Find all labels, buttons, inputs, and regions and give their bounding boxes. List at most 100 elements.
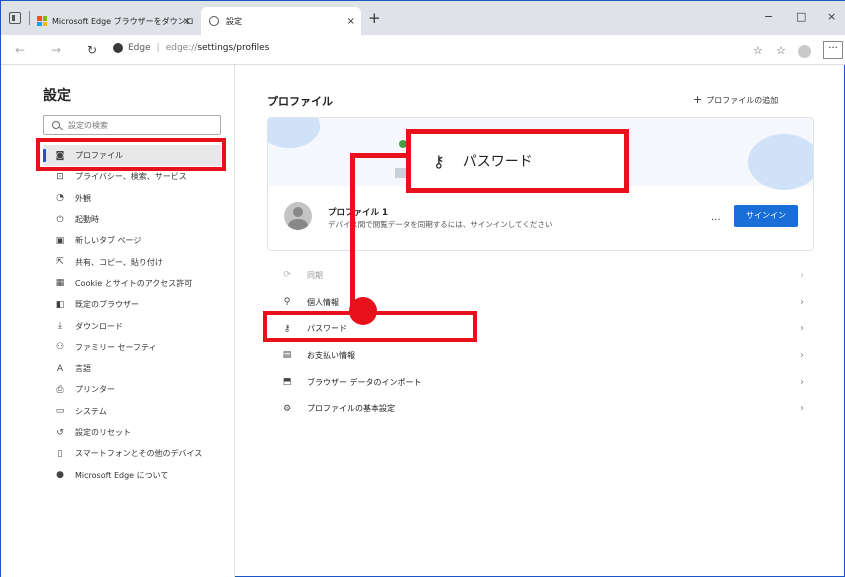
- url-prefix: edge://: [165, 43, 198, 53]
- back-icon[interactable]: ←: [15, 43, 25, 57]
- sidebar-item-startup[interactable]: ⏻ 起動時: [43, 209, 221, 230]
- annotation-connector: [350, 153, 408, 158]
- sidebar-item-label: プリンター: [75, 385, 115, 395]
- profile-more-button[interactable]: ...: [711, 212, 721, 223]
- url-path: settings/profiles: [197, 43, 270, 53]
- phone-icon: ▯: [57, 448, 63, 459]
- sidebar-item-label: 言語: [75, 364, 91, 374]
- settings-item-label: お支払い情報: [307, 350, 355, 360]
- browser-icon: ◧: [55, 299, 65, 310]
- printer-icon: ⎙: [56, 384, 64, 395]
- language-icon: A: [56, 363, 64, 374]
- reload-icon[interactable]: ↻: [87, 43, 97, 57]
- chevron-right-icon: ›: [800, 323, 804, 335]
- close-window-button[interactable]: ×: [827, 10, 836, 23]
- sidebar-item-label: 起動時: [75, 215, 99, 225]
- settings-item-profile-preferences[interactable]: ⚙ プロファイルの基本設定 ›: [267, 395, 814, 422]
- sidebar-item-languages[interactable]: A 言語: [43, 358, 221, 379]
- sidebar-item-label: Microsoft Edge について: [75, 470, 169, 480]
- profile-description: デバイス間で閲覧データを同期するには、サインインしてください: [328, 220, 553, 229]
- chevron-right-icon: ›: [800, 376, 804, 388]
- sidebar-item-share[interactable]: ⇱ 共有、コピー、貼り付け: [43, 251, 221, 272]
- tab-close-button[interactable]: ×: [183, 16, 191, 27]
- sidebar-item-reset[interactable]: ↺ 設定のリセット: [43, 422, 221, 443]
- sidebar-item-label: 既定のブラウザー: [75, 300, 139, 310]
- sidebar-item-appearance[interactable]: ◔ 外観: [43, 188, 221, 209]
- signin-button[interactable]: サインイン: [734, 205, 798, 227]
- annotation-callout: ⚷ パスワード: [406, 129, 629, 193]
- tab-edge-download[interactable]: Microsoft Edge ブラウザーをダウンロ ×: [37, 7, 197, 35]
- cookie-icon: ▦: [55, 278, 65, 289]
- sidebar-title: 設定: [43, 88, 71, 104]
- lock-icon: ⊡: [56, 171, 64, 182]
- sidebar-item-system[interactable]: ▭ システム: [43, 401, 221, 422]
- plus-icon: +: [693, 93, 703, 106]
- window-menu-icon[interactable]: [9, 12, 21, 24]
- more-icon[interactable]: ···: [823, 41, 843, 59]
- annotation-connector: [350, 153, 355, 311]
- settings-item-label: プロファイルの基本設定: [307, 404, 395, 414]
- sidebar-item-label: 外観: [75, 193, 91, 203]
- appearance-icon: ◔: [56, 193, 64, 204]
- tab-settings[interactable]: 設定 ×: [201, 7, 361, 35]
- sidebar-item-label: 共有、コピー、貼り付け: [75, 257, 163, 267]
- favorites-icon[interactable]: ☆: [776, 44, 786, 57]
- add-profile-label: プロファイルの追加: [706, 96, 779, 105]
- sidebar-item-about[interactable]: ● Microsoft Edge について: [43, 464, 221, 485]
- reading-view-icon[interactable]: ☆: [753, 44, 763, 57]
- sidebar-item-label: 新しいタブ ページ: [75, 236, 142, 246]
- import-icon: ⬒: [282, 377, 292, 388]
- sidebar-item-downloads[interactable]: ⤓ ダウンロード: [43, 315, 221, 336]
- page-title: プロファイル: [267, 95, 333, 108]
- chevron-right-icon: ›: [800, 269, 804, 281]
- address-separator: |: [156, 43, 160, 53]
- avatar: [284, 202, 312, 230]
- sidebar-item-label: ファミリー セーフティ: [75, 342, 157, 352]
- family-icon: ⚇: [55, 342, 65, 353]
- sidebar-item-label: スマートフォンとその他のデバイス: [75, 449, 203, 459]
- minimize-button[interactable]: −: [764, 10, 773, 23]
- chevron-right-icon: ›: [800, 403, 804, 415]
- address-row: ← → ↻ Edge | edge://settings/profiles ☆ …: [1, 35, 845, 65]
- sync-icon: ⟳: [283, 270, 291, 281]
- settings-item-label: 個人情報: [307, 297, 339, 307]
- cloud-decoration: [748, 134, 813, 190]
- add-profile-button[interactable]: + プロファイルの追加: [693, 93, 778, 106]
- sidebar-nav: ◙ プロファイル ⊡ プライバシー、検索、サービス ◔ 外観 ⏻ 起動時 ▣ 新しいタブ …: [43, 145, 221, 486]
- tab-close-button[interactable]: ×: [347, 16, 355, 27]
- gear-icon: [209, 16, 219, 26]
- search-placeholder: 設定の検索: [68, 120, 108, 130]
- search-icon: [52, 121, 60, 129]
- search-input[interactable]: 設定の検索: [43, 115, 221, 135]
- reset-icon: ↺: [56, 427, 64, 438]
- settings-item-label: 同期: [307, 270, 323, 280]
- share-icon: ⇱: [56, 257, 64, 268]
- microsoft-logo-icon: [37, 16, 47, 26]
- annotation-dot: [349, 297, 377, 325]
- sidebar-item-label: 設定のリセット: [75, 428, 131, 437]
- sidebar-item-printers[interactable]: ⎙ プリンター: [43, 379, 221, 400]
- chevron-right-icon: ›: [800, 296, 804, 308]
- tab-separator: [29, 11, 30, 25]
- sidebar-item-cookies[interactable]: ▦ Cookie とサイトのアクセス許可: [43, 273, 221, 294]
- key-icon: ⚷: [433, 151, 445, 171]
- settings-item-payment[interactable]: ▤ お支払い情報 ›: [267, 342, 814, 369]
- power-icon: ⏻: [56, 214, 64, 225]
- sidebar-item-label: ダウンロード: [75, 321, 123, 331]
- profile-name: プロファイル 1: [328, 208, 388, 218]
- sidebar-item-newtab[interactable]: ▣ 新しいタブ ページ: [43, 230, 221, 251]
- address-label: Edge: [128, 43, 151, 53]
- maximize-button[interactable]: □: [796, 10, 806, 23]
- settings-item-import[interactable]: ⬒ ブラウザー データのインポート ›: [267, 369, 814, 396]
- profile-icon[interactable]: [798, 45, 811, 58]
- forward-icon[interactable]: →: [51, 43, 61, 57]
- card-icon: ▤: [282, 350, 292, 361]
- sidebar-item-family[interactable]: ⚇ ファミリー セーフティ: [43, 337, 221, 358]
- sidebar-item-devices[interactable]: ▯ スマートフォンとその他のデバイス: [43, 443, 221, 464]
- browser-window: Microsoft Edge ブラウザーをダウンロ × 設定 × + − □ ×…: [0, 0, 845, 577]
- address-bar[interactable]: Edge | edge://settings/profiles: [113, 43, 269, 53]
- newtab-icon: ▣: [55, 235, 65, 246]
- edge-icon: ●: [56, 470, 64, 481]
- new-tab-button[interactable]: +: [368, 11, 381, 26]
- sidebar-item-default-browser[interactable]: ◧ 既定のブラウザー: [43, 294, 221, 315]
